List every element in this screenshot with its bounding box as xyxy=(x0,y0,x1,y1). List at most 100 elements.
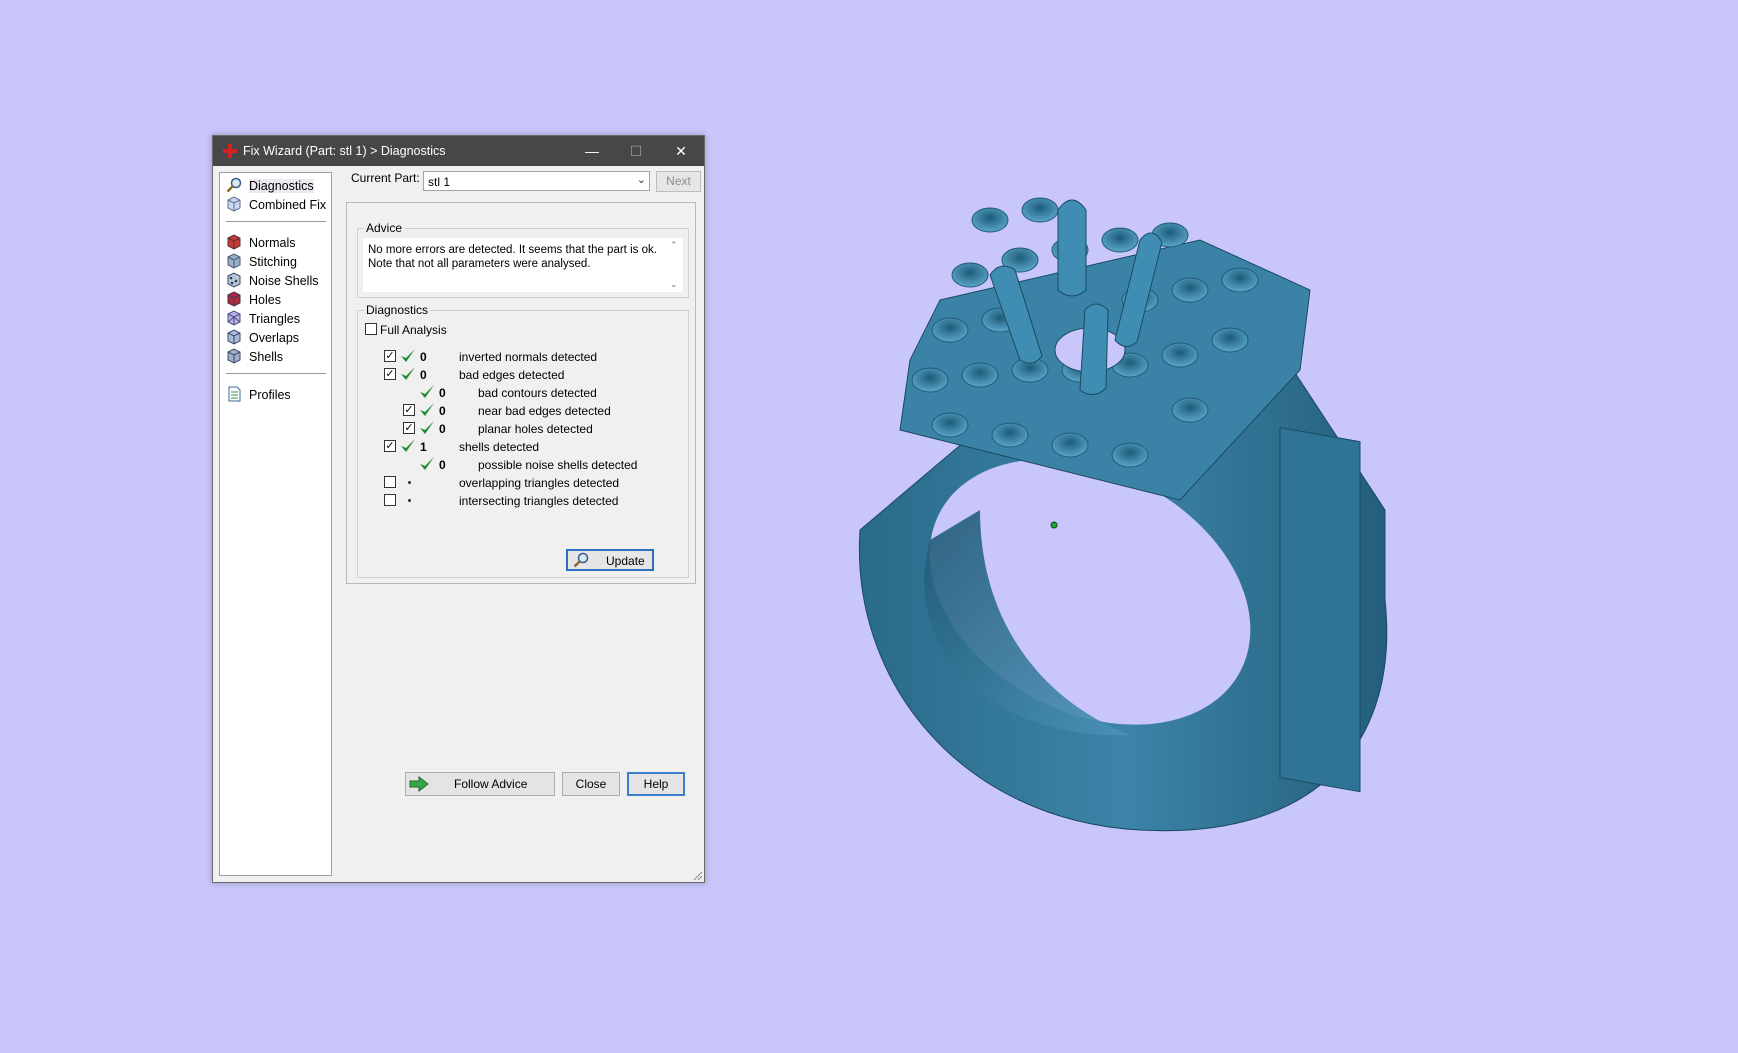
resize-grip-icon[interactable] xyxy=(692,870,702,880)
app-logo-icon xyxy=(223,144,237,158)
advice-legend: Advice xyxy=(364,221,405,235)
sidebar-item-label: Overlaps xyxy=(249,331,300,345)
cube-icon xyxy=(227,196,241,212)
ok-check-icon xyxy=(420,385,434,398)
row-checkbox[interactable]: ✓ xyxy=(384,350,396,362)
sidebar-item-label: Profiles xyxy=(249,388,291,402)
advice-group: Advice No more errors are detected. It s… xyxy=(357,221,689,298)
sidebar-item-label: Diagnostics xyxy=(249,179,314,193)
current-part-select[interactable]: stl 1 ⌄ xyxy=(423,171,650,191)
row-checkbox[interactable] xyxy=(384,476,396,488)
row-label: inverted normals detected xyxy=(459,350,598,364)
sidebar-item-diagnostics[interactable]: Diagnostics xyxy=(224,176,328,195)
sidebar-item-label: Noise Shells xyxy=(249,274,319,288)
update-label: Update xyxy=(606,554,645,568)
sidebar-item-label: Normals xyxy=(249,236,296,250)
current-part-label: Current Part: xyxy=(351,171,420,185)
close-button[interactable]: Close xyxy=(562,772,620,796)
row-count: 0 xyxy=(420,368,427,382)
row-count: 1 xyxy=(420,440,427,454)
row-checkbox[interactable] xyxy=(384,494,396,506)
row-checkbox[interactable]: ✓ xyxy=(384,368,396,380)
ok-check-icon xyxy=(420,457,434,470)
sidebar-divider xyxy=(226,221,326,222)
follow-advice-button[interactable]: Follow Advice xyxy=(405,772,555,796)
full-analysis-label: Full Analysis xyxy=(380,323,447,337)
ring-model[interactable] xyxy=(840,180,1540,930)
not-analysed-dot-icon xyxy=(408,481,411,484)
triangles-cube-icon xyxy=(227,310,241,326)
row-count: 0 xyxy=(439,404,446,418)
title-bar[interactable]: Fix Wizard (Part: stl 1) > Diagnostics —… xyxy=(213,136,704,166)
next-button[interactable]: Next xyxy=(656,171,701,192)
maximize-button[interactable]: ☐ xyxy=(614,136,658,166)
row-count: 0 xyxy=(439,458,446,472)
advice-line: No more errors are detected. It seems th… xyxy=(368,244,657,256)
sidebar-item-label: Combined Fix xyxy=(249,198,327,212)
ok-check-icon xyxy=(420,421,434,434)
sidebar-item-label: Shells xyxy=(249,350,284,364)
shells-cube-icon xyxy=(227,348,241,364)
scroll-up-icon[interactable]: ⌃ xyxy=(670,240,678,251)
ok-check-icon xyxy=(401,439,415,452)
row-label: bad contours detected xyxy=(478,386,597,400)
row-label: possible noise shells detected xyxy=(478,458,638,472)
chevron-down-icon: ⌄ xyxy=(636,174,646,186)
row-label: near bad edges detected xyxy=(478,404,611,418)
row-checkbox[interactable]: ✓ xyxy=(384,440,396,452)
sidebar-item-label: Holes xyxy=(249,293,281,307)
advice-text: No more errors are detected. It seems th… xyxy=(368,243,658,271)
advice-textbox[interactable]: No more errors are detected. It seems th… xyxy=(362,237,684,293)
sidebar-divider xyxy=(226,373,326,374)
fix-wizard-dialog: Fix Wizard (Part: stl 1) > Diagnostics —… xyxy=(212,135,705,883)
sidebar-item-holes[interactable]: Holes xyxy=(224,290,328,309)
row-count: 0 xyxy=(420,350,427,364)
diagnostics-legend: Diagnostics xyxy=(364,303,431,317)
advice-scrollbar[interactable]: ⌃ ⌄ xyxy=(667,238,683,292)
stitching-cube-icon xyxy=(227,253,241,269)
not-analysed-dot-icon xyxy=(408,499,411,502)
noise-shells-icon xyxy=(227,272,241,288)
row-label: intersecting triangles detected xyxy=(459,494,619,508)
row-checkbox[interactable]: ✓ xyxy=(403,422,415,434)
arrow-right-icon xyxy=(409,776,429,792)
scroll-down-icon[interactable]: ⌄ xyxy=(670,279,678,290)
diagnostics-group: Diagnostics Full Analysis ✓ 0 inverted n… xyxy=(357,303,689,578)
help-button[interactable]: Help xyxy=(627,772,685,796)
sidebar-item-overlaps[interactable]: Overlaps xyxy=(224,328,328,347)
ok-check-icon xyxy=(420,403,434,416)
update-button[interactable]: Update xyxy=(566,549,654,571)
sidebar-item-label: Stitching xyxy=(249,255,297,269)
follow-advice-label: Follow Advice xyxy=(454,777,528,791)
row-checkbox[interactable]: ✓ xyxy=(403,404,415,416)
advice-line: Note that not all parameters were analys… xyxy=(368,258,591,270)
window-title: Fix Wizard (Part: stl 1) > Diagnostics xyxy=(243,144,446,158)
row-label: shells detected xyxy=(459,440,540,454)
sidebar-item-combined-fix[interactable]: Combined Fix xyxy=(224,195,328,214)
wizard-sidebar: Diagnostics Combined Fix Normals Stitchi… xyxy=(219,172,332,876)
magnifier-icon xyxy=(573,552,589,568)
sidebar-item-label: Triangles xyxy=(249,312,300,326)
holes-cube-icon xyxy=(227,291,241,307)
sidebar-item-noise-shells[interactable]: Noise Shells xyxy=(224,271,328,290)
row-label: planar holes detected xyxy=(478,422,593,436)
row-label: overlapping triangles detected xyxy=(459,476,620,490)
full-analysis-checkbox[interactable] xyxy=(365,323,377,335)
close-window-button[interactable]: ✕ xyxy=(659,136,703,166)
normals-cube-icon xyxy=(227,234,241,250)
row-label: bad edges detected xyxy=(459,368,565,382)
magnifier-icon xyxy=(226,177,242,193)
minimize-button[interactable]: — xyxy=(570,136,614,166)
sidebar-item-normals[interactable]: Normals xyxy=(224,233,328,252)
sidebar-item-stitching[interactable]: Stitching xyxy=(224,252,328,271)
sidebar-item-triangles[interactable]: Triangles xyxy=(224,309,328,328)
row-count: 0 xyxy=(439,386,446,400)
document-icon xyxy=(228,386,241,402)
ok-check-icon xyxy=(401,367,415,380)
overlaps-cube-icon xyxy=(227,329,241,345)
ok-check-icon xyxy=(401,349,415,362)
sidebar-item-shells[interactable]: Shells xyxy=(224,347,328,366)
current-part-value: stl 1 xyxy=(428,175,451,189)
row-count: 0 xyxy=(439,422,446,436)
sidebar-item-profiles[interactable]: Profiles xyxy=(224,385,328,404)
